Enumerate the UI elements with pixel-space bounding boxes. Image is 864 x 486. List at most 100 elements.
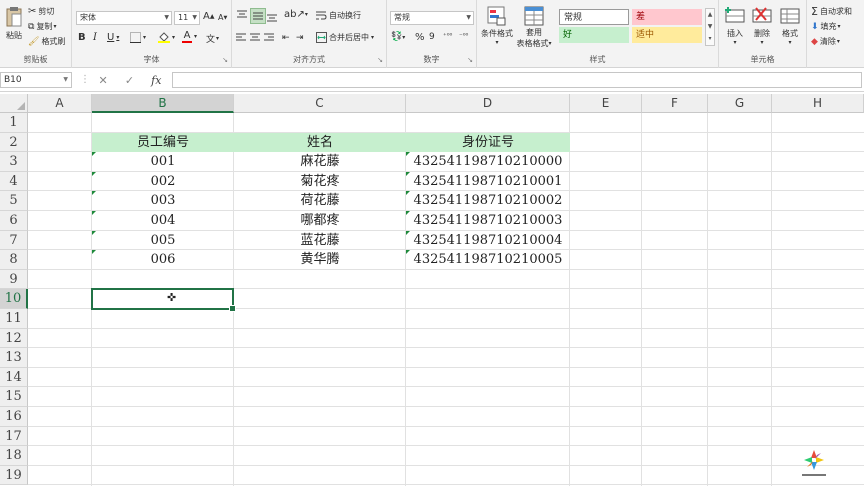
table-cell[interactable]: 003 — [92, 191, 234, 211]
increase-indent-button[interactable]: ⇥ — [296, 33, 304, 43]
styles-gallery-scroll[interactable]: ▲ ▼ ▾ — [705, 8, 715, 46]
table-cell[interactable]: 432541198710210000 — [406, 152, 570, 172]
font-color-button[interactable]: A — [182, 31, 192, 43]
row-header-10[interactable]: 10 — [0, 289, 28, 309]
enter-icon[interactable]: ✓ — [125, 74, 134, 87]
accounting-format-button[interactable]: 💱 ▾ — [391, 32, 405, 42]
table-cell[interactable]: 001 — [92, 152, 234, 172]
autosum-button[interactable]: Σ 自动求和 — [811, 5, 852, 18]
align-right-button[interactable] — [264, 33, 275, 43]
format-as-table-button[interactable]: 套用 表格格式 ▾ — [515, 6, 553, 49]
cell-selection-box[interactable] — [91, 288, 236, 312]
table-cell[interactable]: 黄华腾 — [234, 250, 406, 270]
dialog-launcher-icon[interactable]: ↘ — [377, 56, 383, 64]
column-header-c[interactable]: C — [234, 94, 406, 113]
shrink-font-button[interactable]: A ▼ — [218, 13, 227, 22]
style-neutral[interactable]: 适中 — [632, 27, 702, 43]
clear-button[interactable]: ◆ 清除 ▾ — [811, 36, 840, 47]
column-header-a[interactable]: A — [28, 94, 92, 113]
row-header-14[interactable]: 14 — [0, 367, 28, 388]
align-top-button[interactable] — [236, 10, 248, 22]
insert-function-button[interactable]: fx — [151, 74, 161, 87]
row-header-8[interactable]: 8 — [0, 250, 28, 270]
row-header-12[interactable]: 12 — [0, 328, 28, 349]
table-cell[interactable]: 菊花疼 — [234, 172, 406, 192]
grow-font-button[interactable]: A ▲ — [203, 11, 214, 22]
font-name-dropdown[interactable]: 宋体 ▼ — [76, 11, 172, 25]
row-header-7[interactable]: 7 — [0, 230, 28, 251]
phonetic-button[interactable]: 文 ▾ — [206, 32, 219, 45]
comma-style-button[interactable]: 9 — [429, 32, 435, 42]
decrease-indent-button[interactable]: ⇤ — [282, 33, 290, 43]
row-header-9[interactable]: 9 — [0, 269, 28, 290]
column-header-h[interactable]: H — [772, 94, 864, 113]
style-normal[interactable]: 常规 — [559, 9, 629, 25]
paste-button[interactable]: 粘贴 — [3, 6, 25, 41]
row-header-18[interactable]: 18 — [0, 446, 28, 466]
format-cells-button[interactable]: 格式 ▾ — [779, 6, 801, 46]
table-cell[interactable]: 006 — [92, 250, 234, 270]
increase-decimal-button[interactable]: ⁺⁰⁰ — [443, 32, 452, 40]
column-header-g[interactable]: G — [708, 94, 772, 113]
table-header-cell[interactable]: 员工编号 — [92, 132, 234, 153]
table-cell[interactable]: 432541198710210001 — [406, 172, 570, 192]
align-left-button[interactable] — [236, 33, 247, 43]
row-header-13[interactable]: 13 — [0, 348, 28, 368]
row-header-1[interactable]: 1 — [0, 113, 28, 133]
align-middle-button[interactable] — [250, 8, 266, 24]
name-box[interactable]: B10 ▼ — [0, 72, 72, 88]
table-cell[interactable]: 432541198710210003 — [406, 211, 570, 231]
table-cell[interactable]: 蓝花藤 — [234, 231, 406, 251]
percent-button[interactable]: % — [415, 32, 425, 43]
table-cell[interactable]: 005 — [92, 231, 234, 251]
italic-button[interactable]: I — [93, 32, 97, 43]
column-header-d[interactable]: D — [406, 94, 570, 113]
select-all-button[interactable] — [0, 94, 28, 113]
row-header-11[interactable]: 11 — [0, 309, 28, 329]
table-cell[interactable]: 004 — [92, 211, 234, 231]
row-header-16[interactable]: 16 — [0, 407, 28, 427]
column-header-e[interactable]: E — [570, 94, 642, 113]
number-format-dropdown[interactable]: 常规 ▼ — [390, 11, 474, 25]
cancel-icon[interactable]: ✕ — [99, 74, 108, 87]
align-bottom-button[interactable] — [266, 10, 278, 22]
bold-button[interactable]: B — [78, 32, 86, 43]
fill-button[interactable]: ⬇ 填充 ▾ — [811, 21, 841, 32]
table-header-cell[interactable]: 身份证号 — [406, 132, 570, 153]
row-header-2[interactable]: 2 — [0, 132, 28, 153]
copy-button[interactable]: ⧉ 复制 ▾ — [28, 21, 56, 32]
merge-center-button[interactable]: 合并后居中 ▾ — [316, 32, 374, 43]
table-cell[interactable]: 432541198710210002 — [406, 191, 570, 211]
dialog-launcher-icon[interactable]: ↘ — [467, 56, 473, 64]
fill-color-button[interactable]: ▾ — [158, 31, 175, 43]
table-cell[interactable]: 麻花藤 — [234, 152, 406, 172]
wrap-text-button[interactable]: 自动换行 — [316, 10, 361, 21]
chevron-down-icon[interactable]: ▾ — [194, 33, 197, 40]
row-header-4[interactable]: 4 — [0, 171, 28, 192]
orientation-button[interactable]: ab↗ ▾ — [284, 9, 308, 20]
spreadsheet-grid[interactable]: A B C D E F G H 1 2 3 4 5 6 7 8 9 10 11 12 13 14 15 16 17 18 19 员工编… — [0, 94, 864, 486]
table-header-cell[interactable]: 姓名 — [234, 132, 406, 153]
table-cell[interactable]: 荷花藤 — [234, 191, 406, 211]
row-header-6[interactable]: 6 — [0, 211, 28, 231]
row-header-19[interactable]: 19 — [0, 465, 28, 486]
row-header-15[interactable]: 15 — [0, 387, 28, 407]
align-center-button[interactable] — [250, 33, 261, 43]
cut-button[interactable]: ✂ 剪切 — [28, 6, 54, 17]
formula-input[interactable] — [172, 72, 862, 88]
font-size-dropdown[interactable]: 11 ▼ — [174, 11, 200, 25]
row-header-17[interactable]: 17 — [0, 426, 28, 447]
row-header-5[interactable]: 5 — [0, 191, 28, 211]
delete-cells-button[interactable]: 删除 ▾ — [751, 6, 773, 46]
row-header-3[interactable]: 3 — [0, 152, 28, 172]
table-cell[interactable]: 002 — [92, 172, 234, 192]
decrease-decimal-button[interactable]: ⁻⁰⁰ — [459, 32, 468, 40]
underline-button[interactable]: U ▾ — [107, 32, 119, 43]
column-header-f[interactable]: F — [642, 94, 708, 113]
column-header-b[interactable]: B — [92, 94, 234, 113]
style-bad[interactable]: 差 — [632, 9, 702, 25]
format-painter-button[interactable]: 🖌 格式刷 — [28, 36, 65, 47]
conditional-formatting-button[interactable]: 条件格式 ▾ — [479, 6, 515, 46]
table-cell[interactable]: 432541198710210004 — [406, 231, 570, 251]
style-good[interactable]: 好 — [559, 27, 629, 43]
